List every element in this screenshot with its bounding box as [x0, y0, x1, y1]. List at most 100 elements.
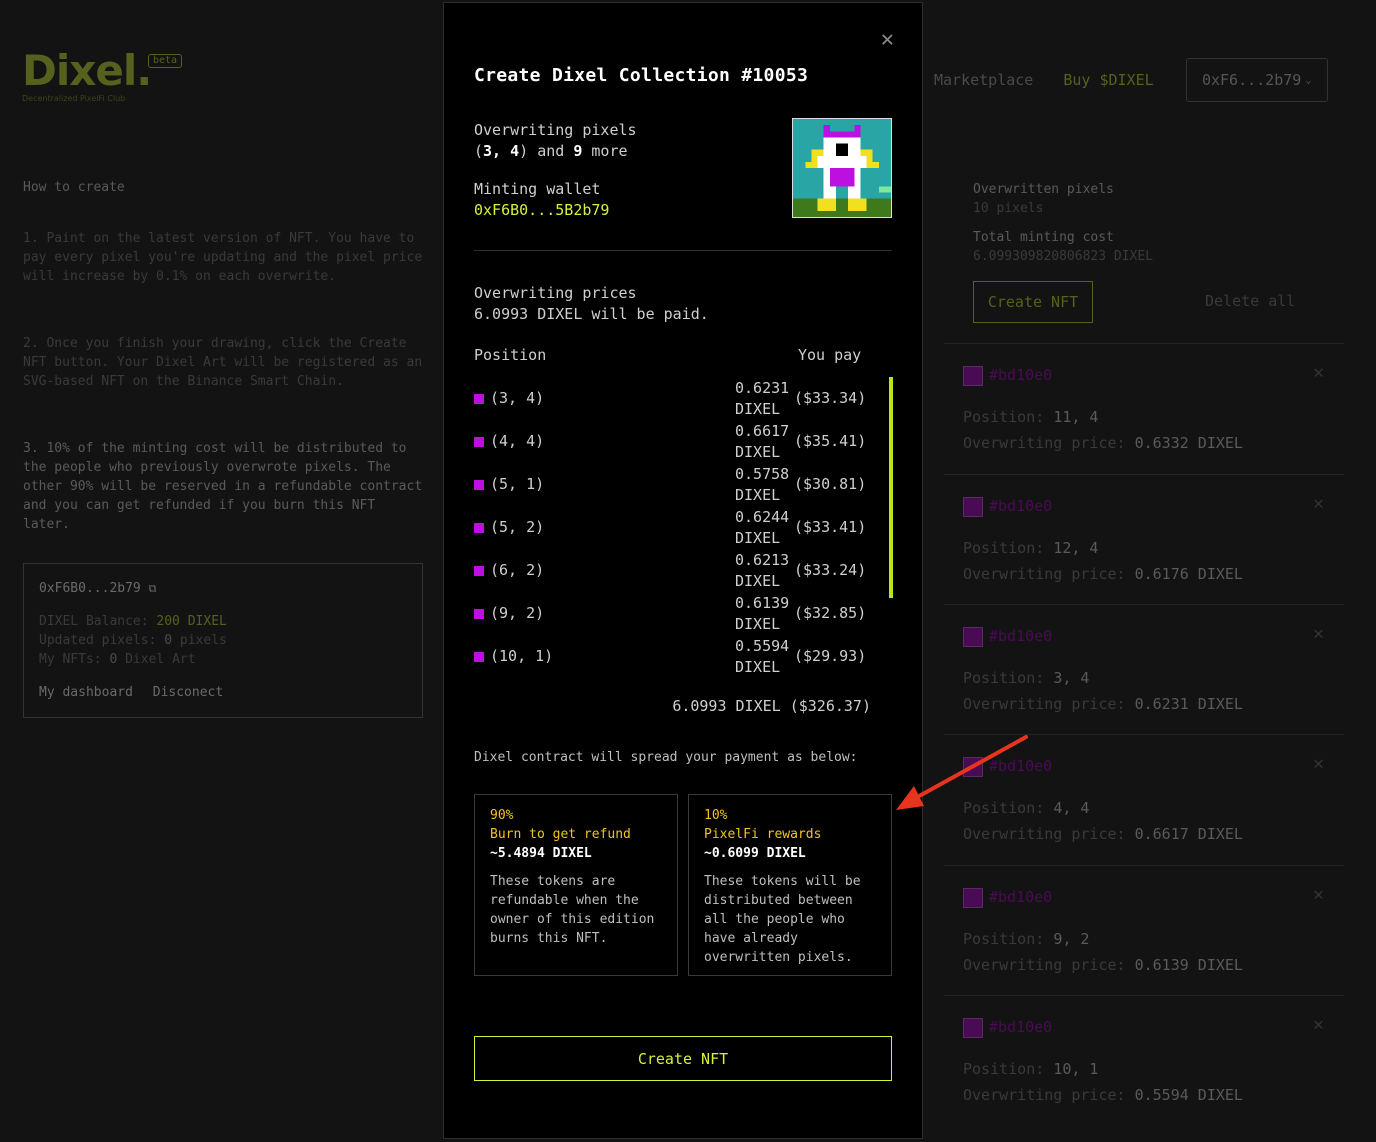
updated-value: 0 [164, 633, 173, 648]
refund-box: 90% Burn to get refund ~5.4894 DIXEL The… [474, 794, 678, 976]
howto-step-2: 2. Once you finish your drawing, click t… [23, 336, 423, 389]
mint-summary: Overwritten pixels 10 pixels Total minti… [973, 180, 1153, 266]
row-position: (3, 4) [490, 389, 545, 407]
color-hex: #bd10e0 [989, 1018, 1053, 1036]
howto-title: How to create [23, 180, 125, 195]
pixel-position: Position: 10, 1 [963, 1060, 1099, 1078]
pixel-list-item: #bd10e0 ✕ Position: 3, 4 Overwriting pri… [944, 604, 1344, 735]
pixel-position: Position: 11, 4 [963, 408, 1099, 426]
logo[interactable]: Dixel. beta Decentralized PixelFi Club [22, 46, 183, 103]
close-icon[interactable]: ✕ [1313, 362, 1324, 383]
color-swatch [963, 627, 983, 647]
delete-all-button[interactable]: Delete all [1205, 292, 1295, 310]
color-swatch [963, 497, 983, 517]
pixel-color-swatch [474, 609, 484, 619]
my-dashboard-link[interactable]: My dashboard [39, 685, 133, 700]
row-position: (10, 1) [490, 647, 554, 665]
overwriting-pixels-label: Overwriting pixels [474, 121, 637, 139]
copy-icon[interactable]: ⧉ [149, 582, 157, 595]
pixel-position: Position: 12, 4 [963, 539, 1099, 557]
column-header-you-pay: You pay [798, 346, 862, 364]
pixel-color-swatch [474, 437, 484, 447]
total-cost-label: Total minting cost [973, 230, 1114, 245]
row-amount: 0.6244 DIXEL [735, 508, 790, 547]
price-table[interactable]: (3, 4) 0.6231 DIXEL ($33.34) (4, 4) 0.66… [474, 377, 874, 678]
pixel-color-swatch [474, 652, 484, 662]
pixel-price: Overwriting price: 0.6617 DIXEL [963, 825, 1243, 843]
pixel-list-item: #bd10e0 ✕ Position: 12, 4 Overwriting pr… [944, 474, 1344, 605]
rewards-box: 10% PixelFi rewards ~0.6099 DIXEL These … [688, 794, 892, 976]
table-row: (10, 1) 0.5594 DIXEL ($29.93) [474, 635, 874, 678]
create-collection-modal: ✕ Create Dixel Collection #10053 Overwri… [443, 2, 923, 1139]
chevron-down-icon: ⌄ [1305, 74, 1312, 86]
nav-marketplace[interactable]: Marketplace [934, 71, 1033, 89]
row-usd: ($33.34) [794, 389, 867, 407]
color-swatch [963, 366, 983, 386]
close-icon[interactable]: ✕ [881, 29, 894, 51]
overwritten-label: Overwritten pixels [973, 182, 1114, 197]
wallet-card-links: My dashboard Disconect [39, 683, 407, 702]
spread-text: Dixel contract will spread your payment … [474, 750, 858, 765]
nav-buy-dixel[interactable]: Buy $DIXEL [1063, 71, 1153, 89]
updated-unit: pixels [179, 633, 227, 648]
wallet-address-text: 0xF6B0...2b79 [39, 581, 141, 596]
close-icon[interactable]: ✕ [1313, 884, 1324, 905]
pixel-price: Overwriting price: 0.5594 DIXEL [963, 1086, 1243, 1104]
color-swatch [963, 1018, 983, 1038]
pixel-list-item: #bd10e0 ✕ Position: 9, 2 Overwriting pri… [944, 865, 1344, 996]
minting-wallet-address: 0xF6B0...5B2b79 [474, 201, 610, 219]
divider [474, 250, 892, 251]
wallet-card-address: 0xF6B0...2b79 ⧉ [39, 579, 407, 598]
row-amount: 0.6231 DIXEL [735, 379, 790, 418]
row-amount: 0.6213 DIXEL [735, 551, 790, 590]
wallet-card: 0xF6B0...2b79 ⧉ DIXEL Balance: 200 DIXEL… [23, 563, 423, 718]
table-row: (4, 4) 0.6617 DIXEL ($35.41) [474, 420, 874, 463]
scrollbar[interactable] [889, 377, 893, 598]
table-row: (5, 1) 0.5758 DIXEL ($30.81) [474, 463, 874, 506]
table-row: (9, 2) 0.6139 DIXEL ($32.85) [474, 592, 874, 635]
logo-tagline: Decentralized PixelFi Club [22, 94, 126, 103]
balance-row: DIXEL Balance: 200 DIXEL [39, 612, 407, 631]
pixel-price: Overwriting price: 0.6176 DIXEL [963, 565, 1243, 583]
row-usd: ($32.85) [794, 604, 867, 622]
wallet-button[interactable]: 0xF6...2b79 ⌄ [1185, 58, 1328, 102]
color-hex: #bd10e0 [989, 888, 1053, 906]
row-usd: ($33.41) [794, 518, 867, 536]
pixel-color-swatch [474, 566, 484, 576]
row-amount: 0.6617 DIXEL [735, 422, 790, 461]
close-icon[interactable]: ✕ [1313, 753, 1324, 774]
close-icon[interactable]: ✕ [1313, 493, 1324, 514]
color-hex: #bd10e0 [989, 497, 1053, 515]
close-icon[interactable]: ✕ [1313, 623, 1324, 644]
color-hex: #bd10e0 [989, 366, 1053, 384]
pixel-color-swatch [474, 480, 484, 490]
minting-wallet-info: Minting wallet 0xF6B0...5B2b79 [474, 179, 609, 221]
refund-description: These tokens are refundable when the own… [490, 874, 655, 946]
disconnect-link[interactable]: Disconect [153, 685, 223, 700]
minting-wallet-label: Minting wallet [474, 180, 601, 198]
pixel-price: Overwriting price: 0.6231 DIXEL [963, 695, 1243, 713]
nft-preview-image [792, 118, 892, 218]
color-hex: #bd10e0 [989, 627, 1053, 645]
overwriting-prices-info: Overwriting prices 6.0993 DIXEL will be … [474, 283, 709, 325]
overwriting-pixels-info: Overwriting pixels (3, 4) and 9 more [474, 120, 637, 162]
rewards-title: PixelFi rewards [704, 827, 822, 842]
pixel-price: Overwriting price: 0.6139 DIXEL [963, 956, 1243, 974]
overwriting-pixels-detail: (3, 4) and 9 more [474, 142, 628, 160]
row-position: (4, 4) [490, 432, 545, 450]
color-swatch [963, 757, 983, 777]
close-icon[interactable]: ✕ [1313, 1014, 1324, 1035]
table-row: (6, 2) 0.6213 DIXEL ($33.24) [474, 549, 874, 592]
create-nft-button[interactable]: Create NFT [474, 1036, 892, 1081]
howto-step-1: 1. Paint on the latest version of NFT. Y… [23, 231, 423, 284]
logo-wordmark: Dixel. [22, 46, 152, 95]
row-position: (5, 1) [490, 475, 545, 493]
create-nft-button-bg[interactable]: Create NFT [973, 281, 1093, 323]
total-cost-value: 6.099309820806823 DIXEL [973, 249, 1154, 264]
rewards-description: These tokens will be distributed between… [704, 874, 861, 965]
overwritten-value: 10 pixels [973, 201, 1044, 216]
balance-label: DIXEL Balance: [39, 614, 149, 629]
balance-value: 200 DIXEL [156, 614, 227, 629]
row-amount: 0.5758 DIXEL [735, 465, 790, 504]
overwriting-prices-paid: 6.0993 DIXEL will be paid. [474, 305, 709, 323]
